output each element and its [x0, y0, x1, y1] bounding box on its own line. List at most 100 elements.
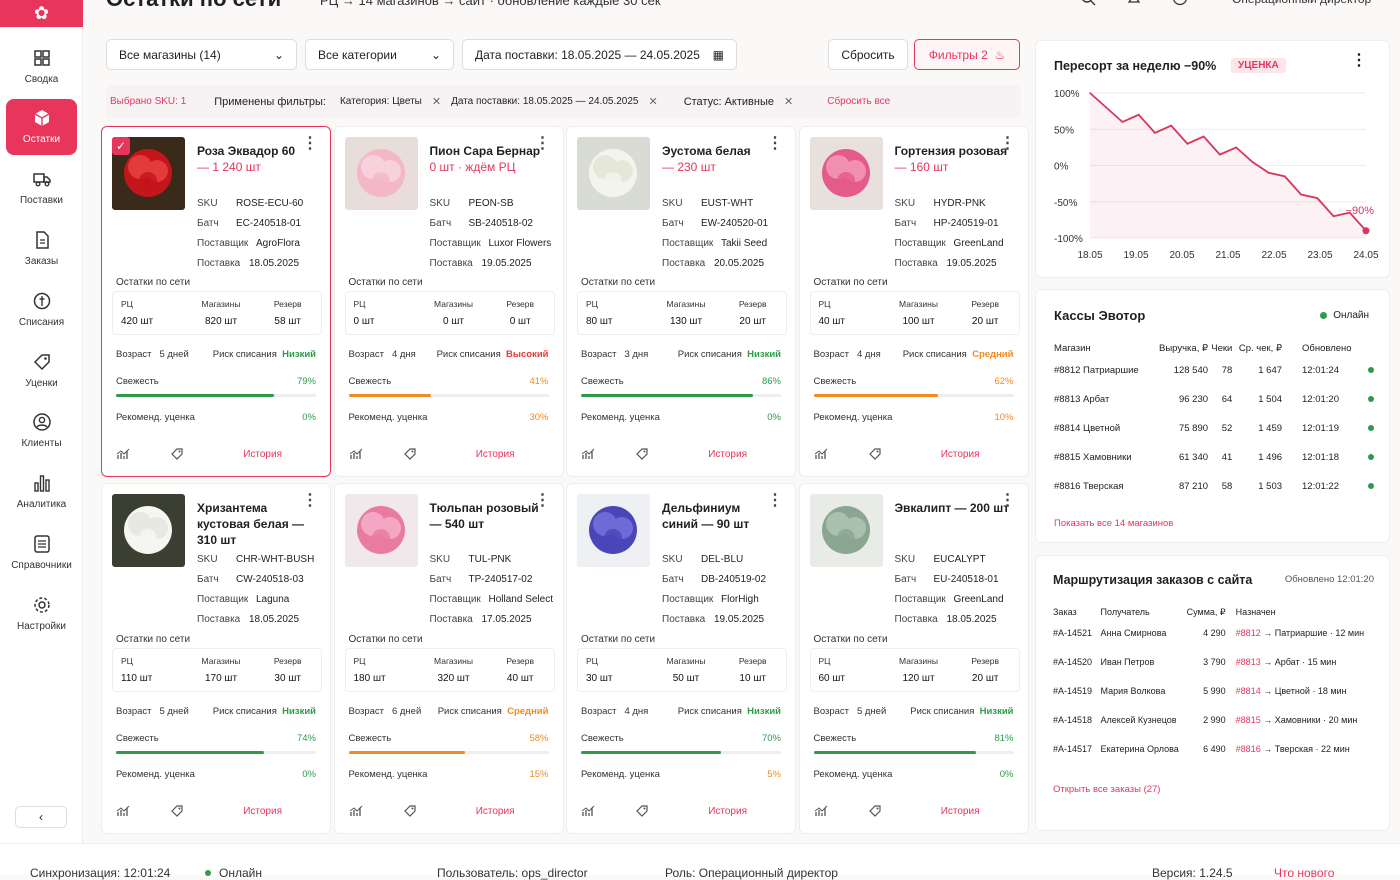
close-icon[interactable]: ✕ — [784, 95, 793, 108]
help-icon[interactable] — [1172, 0, 1188, 6]
sidebar-item-6[interactable]: Клиенты — [6, 403, 77, 459]
trend-chart-icon[interactable] — [116, 447, 130, 461]
close-icon[interactable]: ✕ — [432, 95, 441, 108]
tag-icon[interactable] — [635, 804, 649, 818]
freshness-value: 58% — [529, 733, 549, 744]
more-icon[interactable]: ⋮ — [535, 493, 551, 509]
filter-chip-date[interactable]: Дата поставки: 18.05.2025 — 24.05.2025 ✕ — [451, 95, 658, 108]
batch-value: DB-240519-02 — [701, 574, 767, 585]
search-icon[interactable] — [1080, 0, 1096, 6]
checkbox-checked-icon[interactable]: ✓ — [112, 137, 130, 155]
sidebar-item-4[interactable]: Списания — [6, 281, 77, 337]
sidebar-item-1[interactable]: Остатки — [6, 98, 77, 155]
filter-chip-category[interactable]: Категория: Цветы ✕ — [340, 95, 441, 108]
table-row[interactable]: #А-14519 Мария Волкова 5 990 #8814 → Цветно… — [1053, 676, 1373, 705]
product-card[interactable]: Пион Сара Бернар 0 шт · ждём РЦ ⋮ SKU PEON-S… — [333, 126, 564, 477]
history-link[interactable]: История — [243, 449, 282, 460]
sidebar-item-9[interactable]: Настройки — [6, 585, 77, 641]
table-row[interactable]: #8816 Тверская 87 210 58 1 503 12:01:22 — [1054, 472, 1376, 501]
stores-select[interactable]: Все магазины (14) ⌄ — [106, 39, 297, 70]
more-icon[interactable]: ⋮ — [1000, 493, 1016, 509]
product-card[interactable]: Тюльпан розовый — 540 шт ⋮ SKU TUL-PNK Батч T… — [333, 483, 564, 834]
stock-section-label: Остатки по сети — [116, 634, 191, 645]
history-link[interactable]: История — [708, 806, 747, 817]
table-row[interactable]: #А-14518 Алексей Кузнецов 2 990 #8815 → Хам… — [1053, 705, 1373, 734]
filter-chip-status[interactable]: Статус: Активные ✕ — [684, 95, 794, 109]
close-icon[interactable]: ✕ — [648, 95, 657, 108]
filters-button[interactable]: Фильтры 2 ♨ — [914, 39, 1020, 70]
sidebar-item-8[interactable]: Справочники — [6, 524, 77, 580]
sidebar-item-label: Справочники — [11, 559, 72, 571]
table-row[interactable]: #8812 Патриаршие 128 540 78 1 647 12:01:24 — [1054, 356, 1376, 385]
tag-icon[interactable] — [635, 447, 649, 461]
history-link[interactable]: История — [708, 449, 747, 460]
more-icon[interactable]: ⋮ — [302, 493, 318, 509]
trend-chart-icon[interactable] — [116, 804, 130, 818]
history-link[interactable]: История — [941, 806, 980, 817]
risk-value: Средний — [507, 706, 549, 717]
history-link[interactable]: История — [243, 806, 282, 817]
table-row[interactable]: #А-14517 Екатерина Орлова 6 490 #8816 → Тве… — [1053, 734, 1373, 763]
tag-icon[interactable] — [403, 804, 417, 818]
user-role-menu[interactable]: Операционный директор — [1232, 0, 1371, 6]
product-card[interactable]: Гортензия розовая — 160 шт ⋮ SKU HYDR-PNK Бат… — [798, 126, 1029, 477]
date-range-picker[interactable]: Дата поставки: 18.05.2025 — 24.05.2025 ▦ — [462, 39, 737, 70]
product-card[interactable]: Хризантема кустовая белая — 310 шт ⋮ SKU CH… — [101, 483, 331, 834]
stat-label: Резерв — [506, 656, 534, 666]
sidebar-item-5[interactable]: Уценки — [6, 342, 77, 398]
sidebar-item-2[interactable]: Поставки — [6, 160, 77, 216]
table-row[interactable]: #А-14520 Иван Петров 3 790 #8813 → Арбат · … — [1053, 647, 1373, 676]
more-icon[interactable]: ⋮ — [1351, 53, 1367, 69]
bell-icon[interactable] — [1126, 0, 1142, 6]
age-risk-row: Возраст 5 дней Риск списания Низкий — [116, 349, 316, 360]
more-icon[interactable]: ⋮ — [767, 136, 783, 152]
collapse-sidebar-button[interactable]: ‹ — [15, 806, 67, 828]
product-card[interactable]: ✓ Роза Эквадор 60 — 1 240 шт ⋮ SKU ROSE-ECU-6… — [101, 126, 331, 477]
more-icon[interactable]: ⋮ — [535, 136, 551, 152]
product-card[interactable]: Эустома белая — 230 шт ⋮ SKU EUST-WHT Батч EW-… — [566, 126, 796, 477]
tag-icon[interactable] — [170, 447, 184, 461]
freshness-bar — [116, 751, 316, 754]
sidebar: ✿ Сводка Остатки Поставки Заказы Списания Уце… — [0, 0, 83, 875]
history-link[interactable]: История — [476, 806, 515, 817]
reset-all-link[interactable]: Сбросить все — [827, 96, 890, 107]
card-footer: История — [814, 804, 1014, 818]
trend-chart-icon[interactable] — [814, 447, 828, 461]
supplier-label: Поставщик — [894, 594, 946, 605]
more-icon[interactable]: ⋮ — [767, 493, 783, 509]
sidebar-item-3[interactable]: Заказы — [6, 220, 77, 276]
product-card[interactable]: Эвкалипт — 200 шт ⋮ SKU EUCALYPT Батч EU-2405… — [798, 483, 1029, 834]
trend-chart-icon[interactable] — [349, 804, 363, 818]
tag-icon[interactable] — [868, 804, 882, 818]
sidebar-item-7[interactable]: Аналитика — [6, 464, 77, 520]
trend-chart-icon[interactable] — [581, 804, 595, 818]
reset-button[interactable]: Сбросить — [828, 39, 908, 70]
whats-new-link[interactable]: Что нового — [1274, 866, 1334, 880]
sidebar-item-0[interactable]: Сводка — [6, 38, 77, 94]
tag-icon[interactable] — [868, 447, 882, 461]
table-row[interactable]: #8813 Арбат 96 230 64 1 504 12:01:20 — [1054, 385, 1376, 414]
more-icon[interactable]: ⋮ — [302, 136, 318, 152]
freshness-value: 74% — [296, 733, 316, 744]
trend-chart-icon[interactable] — [581, 447, 595, 461]
history-link[interactable]: История — [941, 449, 980, 460]
trend-chart-icon[interactable] — [814, 804, 828, 818]
more-icon[interactable]: ⋮ — [1000, 136, 1016, 152]
history-link[interactable]: История — [476, 449, 515, 460]
sku-label: SKU — [429, 554, 451, 565]
open-all-orders-link[interactable]: Открыть все заказы (27) — [1053, 784, 1160, 795]
registers-cell: #8816 Тверская — [1054, 481, 1124, 492]
routing-assigned: #8815 → Хамовники · 20 мин — [1226, 705, 1373, 734]
logo-icon[interactable]: ✿ — [0, 0, 83, 27]
table-row[interactable]: #8815 Хамовники 61 340 41 1 496 12:01:18 — [1054, 443, 1376, 472]
categories-select[interactable]: Все категории ⌄ — [305, 39, 454, 70]
table-row[interactable]: #8814 Цветной 75 890 52 1 459 12:01:19 — [1054, 414, 1376, 443]
tag-icon[interactable] — [170, 804, 184, 818]
trend-chart-icon[interactable] — [349, 447, 363, 461]
table-row[interactable]: #А-14521 Анна Смирнова 4 290 #8812 → Патриа… — [1053, 618, 1373, 647]
freshness-label: Свежесть — [813, 376, 857, 387]
tag-icon[interactable] — [403, 447, 417, 461]
product-card[interactable]: Дельфиниум синий — 90 шт ⋮ SKU DEL-BLU Батч D… — [566, 483, 796, 834]
show-all-stores-link[interactable]: Показать все 14 магазинов — [1054, 518, 1173, 529]
stat-dc: РЦ 40 шт — [811, 292, 886, 334]
